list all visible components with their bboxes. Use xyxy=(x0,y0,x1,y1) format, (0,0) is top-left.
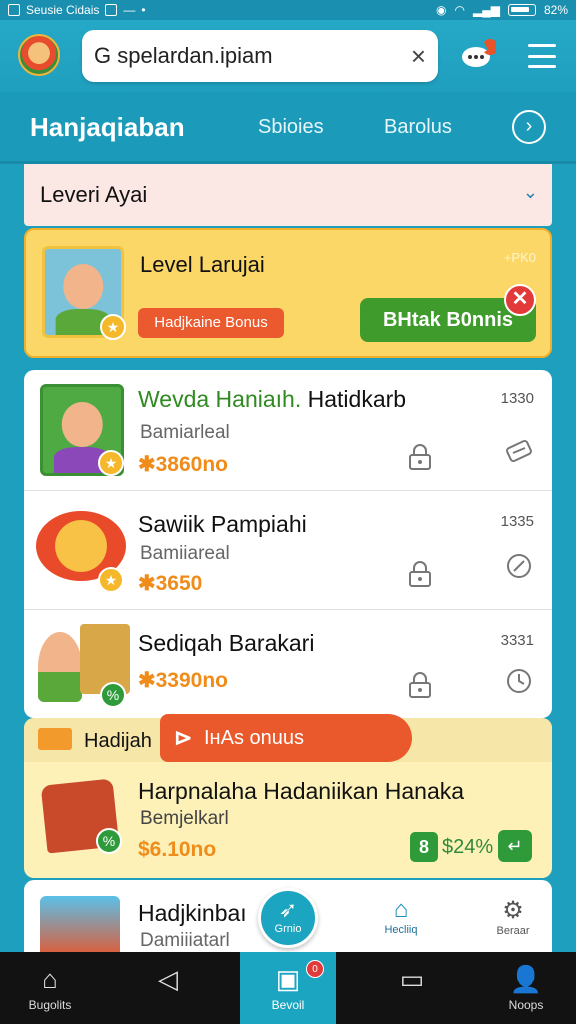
close-icon[interactable]: ✕ xyxy=(504,284,536,316)
promo-label: Hadijah xyxy=(84,730,152,752)
item-number: 3331 xyxy=(500,632,534,649)
user-icon: 👤 xyxy=(509,964,543,994)
rocket-icon: ➶ xyxy=(278,897,298,922)
home-icon: ⌂ xyxy=(42,964,58,994)
status-app-name: Seusie Cidais xyxy=(26,3,100,17)
settings-icon: ⚙ xyxy=(502,897,524,924)
item-subtitle: Damiiiatarl xyxy=(140,930,230,951)
tab-2[interactable]: Sbioies xyxy=(258,116,324,139)
item-title: Sawiik Pampiahi xyxy=(138,511,307,537)
item-title-accent: Wevda Haniaıh. xyxy=(138,386,302,412)
section-title: Leveri Ayai xyxy=(40,182,148,207)
star-badge-icon: ★ xyxy=(98,450,124,476)
item-price: ✱3860no xyxy=(138,453,228,476)
nav-recents[interactable]: ▭ xyxy=(362,952,462,1024)
nav-active-item[interactable]: ▣ Bevoil 0 xyxy=(240,952,336,1024)
mini-nav-item[interactable]: ⚙ Beraar xyxy=(486,896,540,937)
section-header[interactable]: Leveri Ayai ⌄ xyxy=(24,164,552,226)
nav-back[interactable]: ◁ xyxy=(118,952,218,1024)
nav-label: Bevoil xyxy=(271,998,305,1012)
tab-bar: Hanjaqiaban Sbioies Barolus › xyxy=(0,92,576,164)
star-badge-icon: ★ xyxy=(100,314,126,340)
gift-bag-icon xyxy=(40,896,120,952)
lock-icon[interactable] xyxy=(408,561,432,587)
lock-icon[interactable] xyxy=(408,672,432,698)
nav-label: Bugolits xyxy=(28,998,72,1012)
nav-profile[interactable]: 👤 Noops xyxy=(476,952,576,1024)
status-bar: Seusie Cidais — • ◉ ◠ ▂▄▆ 82% xyxy=(0,0,576,20)
promo-title: Harpnalaha Hadaniikan Hanaka xyxy=(138,778,465,804)
promo-banner[interactable]: ⊳ ІнАs onuus xyxy=(160,714,412,762)
promo-percent: $24% xyxy=(442,836,494,858)
promo-card[interactable]: Hadijah ⊳ ІнАs onuus % Harpnalaha Hadani… xyxy=(24,714,552,878)
item-price: ✱3390no xyxy=(138,669,228,692)
item-number: 1335 xyxy=(500,513,534,530)
ticket-icon[interactable] xyxy=(504,436,534,466)
app-logo[interactable] xyxy=(18,34,60,76)
alarm-icon: ◉ xyxy=(436,3,447,17)
tab-3[interactable]: Barolus xyxy=(384,116,452,139)
promo-banner-text: ІнАs onuus xyxy=(204,727,304,749)
top-bar: × xyxy=(0,20,576,92)
battery-icon xyxy=(507,4,536,16)
wifi-icon: ◠ xyxy=(454,3,465,17)
recents-square-icon: ▭ xyxy=(399,964,425,994)
list-item[interactable]: ★ Wevda Haniaıh. Hatidkarb Bamiarleal ✱3… xyxy=(24,370,552,490)
list-item[interactable]: % Sediqah Barakari ✱3390no 3331 xyxy=(24,610,552,718)
promo-price: $6.10no xyxy=(138,838,217,861)
notification-badge: 0 xyxy=(306,960,324,978)
tag-icon[interactable] xyxy=(504,551,534,581)
chat-icon[interactable] xyxy=(460,38,496,70)
bottom-nav: ⌂ Bugolits ◁ ▣ Bevoil 0 ▭ 👤 Noops xyxy=(0,952,576,1024)
list-item[interactable]: ★ Sawiik Pampiahi Bamiiareal ✱3650 1335 xyxy=(24,491,552,609)
level-title: Level Larujai xyxy=(140,252,265,277)
item-number: 1330 xyxy=(500,390,534,407)
character-icon xyxy=(38,632,82,702)
item-subtitle: Bamiiareal xyxy=(140,543,230,564)
content-area: Leveri Ayai ⌄ ★ Level Larujai +PK0 Hadjk… xyxy=(24,164,552,952)
mini-nav-label: Hecliiq xyxy=(384,924,418,936)
item-title-rest: Hatidkarb xyxy=(301,386,407,412)
promo-strip: Hadijah ⊳ ІнАs onuus xyxy=(24,714,552,762)
item-subtitle: Bamiarleal xyxy=(140,422,230,443)
item-title: Hadjkinbaı xyxy=(138,900,247,926)
level-card[interactable]: ★ Level Larujai +PK0 Hadjkaine Bonus BHt… xyxy=(24,228,552,358)
nav-label: Noops xyxy=(508,998,544,1012)
menu-icon[interactable] xyxy=(528,44,556,68)
promo-subtitle: Bemjelkarl xyxy=(140,808,229,829)
fab-label: Grnio xyxy=(274,923,302,935)
next-tab-icon[interactable]: › xyxy=(512,110,546,144)
dash-icon: — xyxy=(123,3,136,17)
notification-icon xyxy=(105,4,118,16)
search-box[interactable]: × xyxy=(82,30,438,82)
fab-button[interactable]: ➶ Grnio xyxy=(258,888,318,948)
level-corner-text: +PK0 xyxy=(503,250,536,265)
notification-icon xyxy=(8,4,20,16)
battery-percent: 82% xyxy=(543,3,568,17)
item-price: ✱3650 xyxy=(138,572,203,595)
mini-nav-label: Beraar xyxy=(496,925,530,937)
star-badge-icon: ★ xyxy=(98,567,124,593)
clock-icon[interactable] xyxy=(504,666,534,696)
home-icon: ⌂ xyxy=(393,896,409,923)
item-title: Sediqah Barakari xyxy=(138,630,315,656)
tab-active[interactable]: Hanjaqiaban xyxy=(30,112,185,143)
dot-icon: • xyxy=(141,3,146,17)
chevron-down-icon[interactable]: ⌄ xyxy=(523,182,538,203)
mini-nav-item[interactable]: ⌂ Hecliiq xyxy=(374,896,428,936)
item-title: Wevda Haniaıh. Hatidkarb xyxy=(138,386,406,413)
promo-count-badge: 8 xyxy=(410,832,438,862)
search-input[interactable] xyxy=(94,43,411,69)
bonus-badge-icon: % xyxy=(96,828,122,854)
bonus-badge-icon: % xyxy=(100,682,126,708)
nav-home[interactable]: ⌂ Bugolits xyxy=(0,952,100,1024)
return-icon[interactable]: ↵ xyxy=(498,830,532,862)
arrow-right-icon: ⊳ xyxy=(174,725,193,750)
clear-search-icon[interactable]: × xyxy=(411,41,426,72)
lock-icon[interactable] xyxy=(408,444,432,470)
back-triangle-icon: ◁ xyxy=(158,964,178,994)
bonus-pill[interactable]: Hadjkaine Bonus xyxy=(138,308,284,338)
gift-box-icon xyxy=(38,728,72,750)
signal-icon: ▂▄▆ xyxy=(473,3,500,17)
